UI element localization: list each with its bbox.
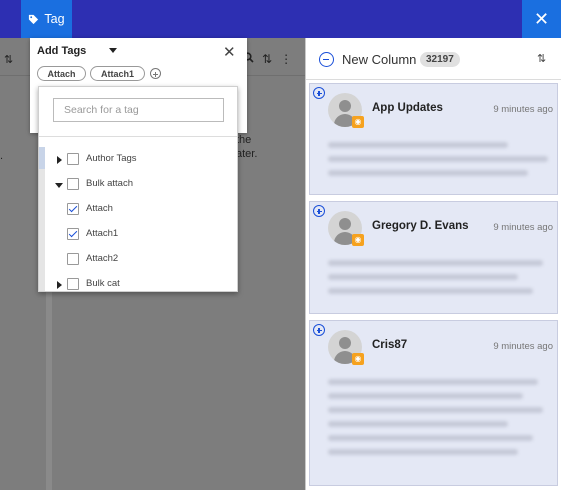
tag-list-item[interactable]: Author Tags bbox=[39, 150, 237, 170]
add-icon[interactable] bbox=[313, 205, 325, 217]
card-author: Cris87 bbox=[372, 339, 408, 351]
chevron-down-icon[interactable] bbox=[109, 48, 117, 53]
blurred-content bbox=[328, 288, 533, 294]
column-toolbar: ⇅ ⋮ bbox=[243, 52, 292, 66]
new-column: New Column 32197 ⇅ ◉ App Updates 9 minut… bbox=[305, 38, 561, 490]
card-author: App Updates bbox=[372, 102, 443, 114]
tag-chip[interactable]: Attach1 bbox=[90, 66, 145, 81]
tag-list-item[interactable]: Attach1 bbox=[39, 225, 237, 245]
tag-label: Author Tags bbox=[86, 153, 137, 164]
close-icon: ✕ bbox=[533, 8, 550, 29]
remove-column-icon[interactable] bbox=[319, 52, 334, 67]
add-icon[interactable] bbox=[313, 324, 325, 336]
blurred-content bbox=[328, 421, 508, 427]
divider bbox=[39, 136, 237, 137]
expand-icon[interactable] bbox=[57, 281, 62, 289]
tag-checkbox[interactable] bbox=[67, 253, 79, 265]
blurred-content bbox=[328, 379, 538, 385]
tag-tab[interactable]: Tag bbox=[21, 0, 72, 38]
tag-list-item[interactable]: Attach bbox=[39, 200, 237, 220]
tag-label: Bulk cat bbox=[86, 278, 120, 289]
collapse-icon[interactable] bbox=[55, 183, 63, 188]
top-bar: Tag ✕ bbox=[0, 0, 561, 38]
tag-checkbox[interactable] bbox=[67, 203, 79, 215]
tag-dropdown: Author Tags Bulk attach Attach Attach1 A… bbox=[38, 86, 238, 292]
tag-label: Bulk attach bbox=[86, 178, 133, 189]
tag-list-item[interactable]: Bulk cat bbox=[39, 275, 237, 291]
add-tags-title[interactable]: Add Tags bbox=[37, 45, 86, 57]
close-button[interactable]: ✕ bbox=[522, 0, 561, 38]
rss-icon: ◉ bbox=[352, 234, 364, 246]
sort-icon[interactable]: ⇅ bbox=[4, 53, 13, 66]
column-header: New Column 32197 ⇅ bbox=[306, 38, 561, 80]
tag-checkbox[interactable] bbox=[67, 278, 79, 290]
background-text: the ater. bbox=[236, 134, 258, 160]
rss-icon: ◉ bbox=[352, 353, 364, 365]
blurred-content bbox=[328, 435, 533, 441]
blurred-content bbox=[328, 156, 548, 162]
feed-card[interactable]: ◉ App Updates 9 minutes ago bbox=[309, 83, 558, 195]
card-author: Gregory D. Evans bbox=[372, 220, 469, 232]
feed-card[interactable]: ◉ Gregory D. Evans 9 minutes ago bbox=[309, 201, 558, 314]
tag-checkbox[interactable] bbox=[67, 178, 79, 190]
tag-checkbox[interactable] bbox=[67, 228, 79, 240]
expand-icon[interactable] bbox=[57, 156, 62, 164]
more-icon[interactable]: ⋮ bbox=[280, 52, 292, 66]
blurred-content bbox=[328, 274, 518, 280]
blurred-content bbox=[328, 142, 508, 148]
close-icon[interactable]: ✕ bbox=[223, 43, 236, 61]
tag-chip[interactable]: Attach bbox=[37, 66, 86, 81]
tag-icon bbox=[29, 14, 39, 24]
add-tag-icon[interactable] bbox=[150, 68, 161, 79]
tag-list-item[interactable]: Attach2 bbox=[39, 250, 237, 270]
card-time: 9 minutes ago bbox=[493, 222, 553, 233]
tag-tab-label: Tag bbox=[44, 12, 65, 26]
tag-label: Attach bbox=[86, 203, 113, 214]
background-text-fragment: . bbox=[0, 150, 4, 162]
blurred-content bbox=[328, 170, 528, 176]
rss-icon: ◉ bbox=[352, 116, 364, 128]
tag-checkbox[interactable] bbox=[67, 153, 79, 165]
blurred-content bbox=[328, 407, 543, 413]
blurred-content bbox=[328, 449, 518, 455]
add-icon[interactable] bbox=[313, 87, 325, 99]
feed-card[interactable]: ◉ Cris87 9 minutes ago bbox=[309, 320, 558, 486]
sort-icon[interactable]: ⇅ bbox=[537, 52, 546, 65]
card-time: 9 minutes ago bbox=[493, 341, 553, 352]
blurred-content bbox=[328, 260, 543, 266]
tag-search-input[interactable] bbox=[53, 98, 224, 122]
column-count-badge: 32197 bbox=[420, 52, 460, 67]
tag-list-item[interactable]: Bulk attach bbox=[39, 175, 237, 195]
column-title: New Column bbox=[342, 52, 417, 67]
blurred-content bbox=[328, 393, 523, 399]
tag-label: Attach2 bbox=[86, 253, 119, 264]
tag-label: Attach1 bbox=[86, 228, 119, 239]
sort-icon[interactable]: ⇅ bbox=[262, 52, 272, 66]
card-time: 9 minutes ago bbox=[493, 104, 553, 115]
